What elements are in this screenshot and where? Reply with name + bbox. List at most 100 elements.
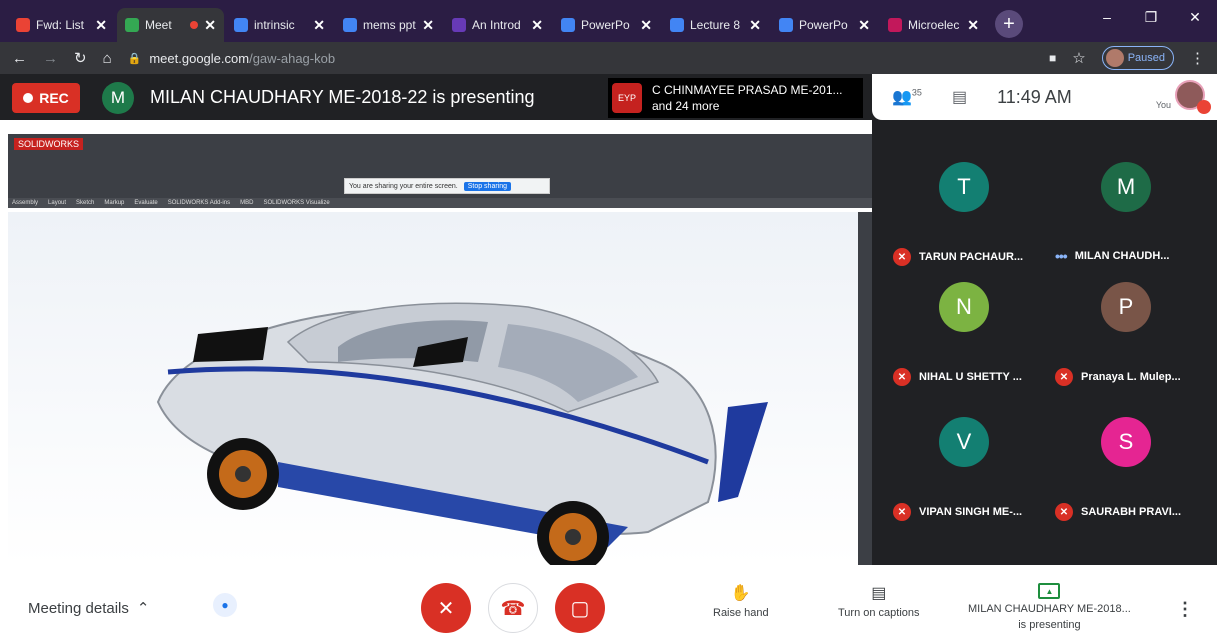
cad-tab[interactable]: MBD — [240, 198, 253, 208]
forward-icon[interactable]: → — [43, 50, 58, 67]
cad-tab[interactable]: Markup — [104, 198, 124, 208]
browser-tab[interactable]: Fwd: List ✕ — [8, 8, 115, 42]
join-line-2: and 24 more — [652, 99, 720, 113]
close-window-button[interactable]: ✕ — [1173, 0, 1217, 34]
minimize-button[interactable]: – — [1085, 0, 1129, 34]
tab-close-icon[interactable]: ✕ — [749, 17, 761, 34]
browser-tab-strip: Fwd: List ✕ Meet ✕ intrinsic ✕ mems ppt ✕ An Int… — [0, 0, 1217, 42]
cad-tab[interactable]: Layout — [48, 198, 66, 208]
presenting-banner: MILAN CHAUDHARY ME-2018-22 is presenting — [150, 87, 535, 107]
browser-tab[interactable]: PowerPo ✕ — [553, 8, 660, 42]
cad-viewport[interactable] — [8, 212, 872, 573]
present-screen-icon: ▲ — [1038, 583, 1061, 599]
meeting-details-button[interactable]: Meeting details ⌃ — [28, 599, 150, 618]
participant-tile[interactable]: M ••• MILAN CHAUDH... — [1047, 150, 1209, 270]
address-bar: ← → ↻ ⌂ 🔒 meet.google.com/gaw-ahag-kob ■… — [0, 42, 1217, 74]
profile-avatar — [1105, 49, 1124, 67]
browser-menu-icon[interactable]: ⋮ — [1190, 49, 1205, 67]
tab-favicon-icon — [234, 18, 248, 32]
participant-name: VIPAN SINGH ME-... — [919, 506, 1023, 518]
people-icon[interactable]: 👥35 — [892, 87, 922, 107]
participant-tile[interactable]: V ✕ VIPAN SINGH ME-... — [885, 405, 1047, 525]
cad-tab[interactable]: Assembly — [12, 198, 38, 208]
browser-tab[interactable]: An Introd ✕ — [444, 8, 551, 42]
tab-close-icon[interactable]: ✕ — [95, 17, 107, 34]
tab-close-icon[interactable]: ✕ — [967, 17, 979, 34]
tab-close-icon[interactable]: ✕ — [858, 17, 870, 34]
back-icon[interactable]: ← — [12, 50, 27, 67]
participant-grid: T ✕ TARUN PACHAUR... M ••• MILAN CHAUDH... N ✕ N… — [885, 120, 1217, 565]
cad-tab[interactable]: Sketch — [76, 198, 94, 208]
muted-mic-icon: ✕ — [893, 248, 911, 266]
more-options-icon[interactable]: ⋮ — [1176, 599, 1194, 620]
tab-label: PowerPo — [581, 18, 630, 32]
browser-tab[interactable]: Lecture 8 ✕ — [662, 8, 769, 42]
recording-indicator[interactable]: REC — [12, 83, 80, 113]
tab-close-icon[interactable]: ✕ — [313, 17, 325, 34]
browser-tab[interactable]: intrinsic ✕ — [226, 8, 333, 42]
shield-icon[interactable]: ● — [213, 593, 237, 617]
tab-close-icon[interactable]: ✕ — [204, 17, 216, 34]
tab-favicon-icon — [888, 18, 902, 32]
self-view[interactable]: You — [1156, 80, 1211, 114]
recording-dot-icon — [190, 21, 199, 29]
participant-tile[interactable]: N ✕ NIHAL U SHETTY ... — [885, 270, 1047, 390]
meet-bottom-bar: Meeting details ⌃ ● ✕ ☎ ▢ ✋ Raise hand ▤… — [0, 565, 1217, 633]
cad-logo: SOLIDWORKS — [14, 138, 84, 150]
tab-close-icon[interactable]: ✕ — [640, 17, 652, 34]
new-tab-button[interactable]: + — [995, 10, 1023, 38]
browser-tab[interactable]: Meet ✕ — [117, 8, 224, 42]
participant-tile[interactable]: P ✕ Pranaya L. Mulep... — [1047, 270, 1209, 390]
cad-tab[interactable]: SOLIDWORKS Visualize — [263, 198, 329, 208]
captions-button[interactable]: ▤ Turn on captions — [838, 583, 920, 619]
browser-tab[interactable]: Microelec ✕ — [880, 8, 987, 42]
leave-call-button[interactable]: ☎ — [488, 583, 538, 633]
restore-button[interactable]: ❐ — [1129, 0, 1173, 34]
screen-share-banner: You are sharing your entire screen. Stop… — [344, 178, 550, 194]
camera-icon[interactable]: ■ — [1049, 51, 1056, 65]
browser-tab[interactable]: mems ppt ✕ — [335, 8, 442, 42]
tab-label: mems ppt — [363, 18, 416, 32]
url-host: meet.google.com — [149, 50, 250, 66]
captions-label: Turn on captions — [838, 607, 920, 619]
tab-favicon-icon — [670, 18, 684, 32]
raise-hand-button[interactable]: ✋ Raise hand — [713, 583, 769, 619]
tab-close-icon[interactable]: ✕ — [531, 17, 543, 34]
muted-mic-icon: ✕ — [893, 368, 911, 386]
participant-avatar: P — [1101, 282, 1151, 332]
home-icon[interactable]: ⌂ — [103, 50, 112, 67]
tab-favicon-icon — [125, 18, 139, 32]
participant-avatar: M — [1101, 162, 1151, 212]
participant-tile[interactable]: T ✕ TARUN PACHAUR... — [885, 150, 1047, 270]
join-avatar: EYP — [612, 83, 642, 113]
presenting-button[interactable]: ▲ MILAN CHAUDHARY ME-2018... is presenti… — [968, 583, 1131, 631]
tab-label: An Introd — [472, 18, 521, 32]
camera-toggle-button[interactable]: ▢ — [555, 583, 605, 633]
cad-tab[interactable]: SOLIDWORKS Add-ins — [168, 198, 230, 208]
mic-toggle-button[interactable]: ✕ — [421, 583, 471, 633]
url-field[interactable]: 🔒 meet.google.com/gaw-ahag-kob — [128, 51, 1033, 66]
tab-favicon-icon — [343, 18, 357, 32]
raise-hand-label: Raise hand — [713, 607, 769, 619]
stop-sharing-button[interactable]: Stop sharing — [463, 181, 512, 191]
muted-mic-icon — [1197, 100, 1211, 114]
share-notice: You are sharing your entire screen. — [349, 182, 458, 190]
participant-tile[interactable]: S ✕ SAURABH PRAVI... — [1047, 405, 1209, 525]
window-controls: – ❐ ✕ — [1085, 0, 1217, 34]
chat-icon[interactable]: ▤ — [952, 87, 967, 107]
cad-tab[interactable]: Evaluate — [134, 198, 157, 208]
presenter-avatar: M — [102, 82, 134, 114]
hand-icon: ✋ — [730, 585, 751, 602]
tab-close-icon[interactable]: ✕ — [422, 17, 434, 34]
browser-tab[interactable]: PowerPo ✕ — [771, 8, 878, 42]
participant-name: Pranaya L. Mulep... — [1081, 371, 1181, 383]
participant-name: NIHAL U SHETTY ... — [919, 371, 1022, 383]
reload-icon[interactable]: ↻ — [74, 49, 87, 67]
tab-label: Fwd: List — [36, 18, 85, 32]
meet-right-header: 👥35 ▤ 11:49 AM You — [872, 74, 1217, 120]
profile-button[interactable]: Paused — [1101, 46, 1174, 70]
star-icon[interactable]: ☆ — [1072, 49, 1085, 67]
chevron-up-icon: ⌃ — [136, 600, 150, 617]
clock: 11:49 AM — [997, 86, 1072, 107]
rec-label: REC — [39, 90, 69, 106]
